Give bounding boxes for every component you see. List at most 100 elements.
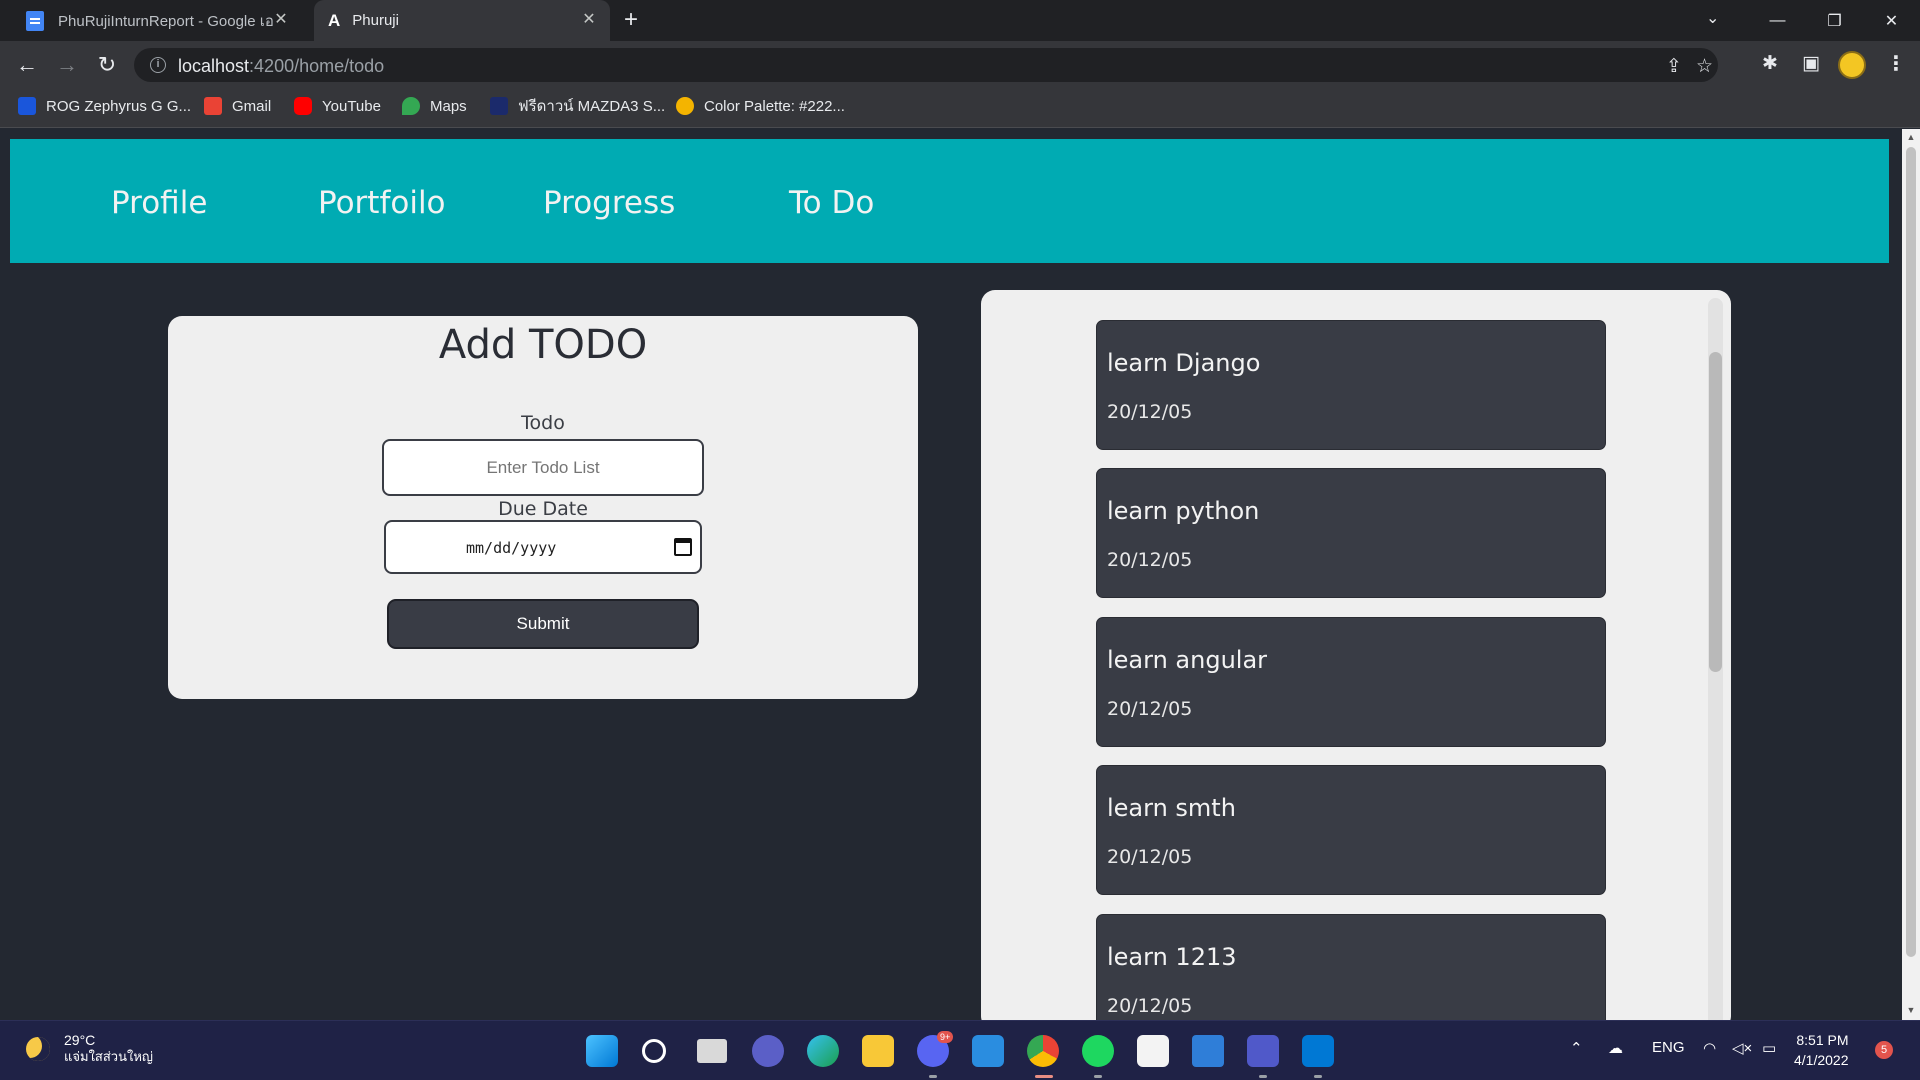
todo-item[interactable]: learn smth 20/12/05 [1096,765,1606,895]
chrome-icon[interactable] [1027,1035,1059,1067]
bookmark-item[interactable]: Maps [402,89,467,123]
close-window-button[interactable]: ✕ [1863,0,1920,41]
back-button[interactable]: ← [14,52,40,78]
store-icon[interactable] [1137,1035,1169,1067]
address-bar[interactable]: i localhost:4200/home/todo ⇪ ☆ [134,48,1718,82]
todo-item[interactable]: learn Django 20/12/05 [1096,320,1606,450]
share-icon[interactable]: ⇪ [1666,55,1682,78]
submit-button[interactable]: Submit [387,599,699,649]
todo-title: learn python [1107,497,1260,525]
active-indicator [1035,1075,1053,1078]
profile-avatar[interactable] [1838,51,1866,79]
side-panel-icon[interactable]: ▣ [1802,52,1820,75]
volume-icon[interactable]: ◁× [1732,1039,1752,1057]
bookmark-item[interactable]: Gmail [204,89,271,123]
browser-toolbar: ← → ↻ i localhost:4200/home/todo ⇪ ☆ ✱ ▣… [0,41,1920,89]
task-view-icon[interactable] [697,1039,727,1063]
chevron-down-icon[interactable]: ⌄ [1706,8,1719,28]
menu-icon[interactable]: ⋮ [1886,51,1906,76]
url-text: localhost:4200/home/todo [178,56,384,77]
reload-button[interactable]: ↻ [94,52,120,78]
clock[interactable]: 8:51 PM 4/1/2022 [1794,1030,1849,1070]
page-scrollbar[interactable]: ▲ ▼ [1902,129,1920,1020]
tab-title: PhuRujiInturnReport - Google เอ [58,12,274,30]
todo-date: 20/12/05 [1107,549,1193,571]
time: 8:51 PM [1796,1032,1849,1048]
todo-label: Todo [521,412,565,434]
nav-profile[interactable]: Profile [111,185,207,221]
list-scrollbar[interactable] [1708,298,1723,1020]
calendar-icon[interactable] [674,538,692,556]
scroll-down-icon[interactable]: ▼ [1905,1005,1917,1015]
notification-badge[interactable]: 5 [1875,1041,1893,1059]
mail-icon[interactable] [972,1035,1004,1067]
bookmark-item[interactable]: YouTube [294,89,381,123]
teams-icon[interactable] [1247,1035,1279,1067]
running-indicator [1314,1075,1322,1078]
extensions-icon[interactable]: ✱ [1762,52,1778,75]
spotify-icon[interactable] [1082,1035,1114,1067]
bookmark-item[interactable]: Color Palette: #222... [676,89,845,123]
windows-taskbar: 29°C แจ่มใสส่วนใหญ่ 9+ ⌃ ☁ ENG ◠ ◁× ▭ 8:… [0,1020,1920,1080]
chevron-up-icon[interactable]: ⌃ [1570,1039,1583,1057]
bookmark-label: ฟรีดาวน์ MAZDA3 S... [518,98,666,115]
todo-app-icon[interactable] [1192,1035,1224,1067]
vscode-icon[interactable] [1302,1035,1334,1067]
tab-docs[interactable]: PhuRujiInturnReport - Google เอ ✕ [12,0,302,41]
running-indicator [929,1075,937,1078]
list-scrollbar-thumb[interactable] [1709,352,1722,672]
new-tab-button[interactable]: + [624,8,638,32]
star-icon[interactable]: ☆ [1696,55,1713,78]
nav-progress[interactable]: Progress [543,185,675,221]
url-path: :4200/home/todo [249,56,385,76]
language-indicator[interactable]: ENG [1652,1039,1685,1056]
todo-item[interactable]: learn angular 20/12/05 [1096,617,1606,747]
due-date-label: Due Date [498,498,588,520]
scroll-up-icon[interactable]: ▲ [1905,132,1917,142]
todo-item[interactable]: learn python 20/12/05 [1096,468,1606,598]
close-icon[interactable]: ✕ [272,11,290,29]
minimize-button[interactable]: — [1749,0,1806,41]
k-icon [490,97,508,115]
todo-title: learn Django [1107,349,1261,377]
onedrive-icon[interactable]: ☁ [1608,1039,1623,1057]
due-date-input[interactable]: mm/dd/yyyy [384,520,702,574]
weather-condition: แจ่มใสส่วนใหญ่ [64,1050,153,1065]
todo-date: 20/12/05 [1107,698,1193,720]
info-icon[interactable]: i [150,57,166,73]
restore-button[interactable]: ❐ [1806,0,1863,41]
bookmark-item[interactable]: ROG Zephyrus G G... [18,89,191,123]
todo-item[interactable]: learn 1213 20/12/05 [1096,914,1606,1020]
todo-input[interactable] [382,439,704,496]
wifi-icon[interactable]: ◠ [1703,1039,1716,1057]
page-scrollbar-thumb[interactable] [1906,147,1916,957]
angular-icon: A [328,10,341,30]
maps-icon [402,97,420,115]
file-explorer-icon[interactable] [862,1035,894,1067]
add-todo-title: Add TODO [438,322,648,368]
nav-portfolio[interactable]: Portfoilo [318,185,446,221]
bookmark-label: YouTube [322,97,381,115]
bookmark-label: Gmail [232,97,272,115]
search-icon[interactable] [642,1039,666,1063]
date-placeholder: mm/dd/yyyy [466,539,557,557]
close-icon[interactable]: ✕ [580,11,598,29]
gmail-icon [204,97,222,115]
bookmark-item[interactable]: ฟรีดาวน์ MAZDA3 S... [490,89,665,123]
edge-icon[interactable] [807,1035,839,1067]
forward-button[interactable]: → [54,52,80,78]
windows-start-icon[interactable] [586,1035,618,1067]
discord-badge: 9+ [937,1031,954,1043]
nav-todo[interactable]: To Do [789,185,874,221]
todo-date: 20/12/05 [1107,995,1193,1017]
add-todo-card: Add TODO Todo Due Date mm/dd/yyyy Submit [168,316,918,699]
url-host: localhost [178,56,250,76]
todo-date: 20/12/05 [1107,401,1193,423]
bookmarks-bar: ROG Zephyrus G G... Gmail YouTube Maps ฟ… [0,89,1920,128]
battery-icon[interactable]: ▭ [1762,1039,1776,1057]
bookmark-label: Color Palette: #222... [704,97,845,115]
teams-chat-icon[interactable] [752,1035,784,1067]
weather-widget[interactable]: 29°C แจ่มใสส่วนใหญ่ [26,1031,153,1067]
tab-phuruji[interactable]: A Phuruji ✕ [314,0,610,41]
tab-title: Phuruji [352,12,399,29]
